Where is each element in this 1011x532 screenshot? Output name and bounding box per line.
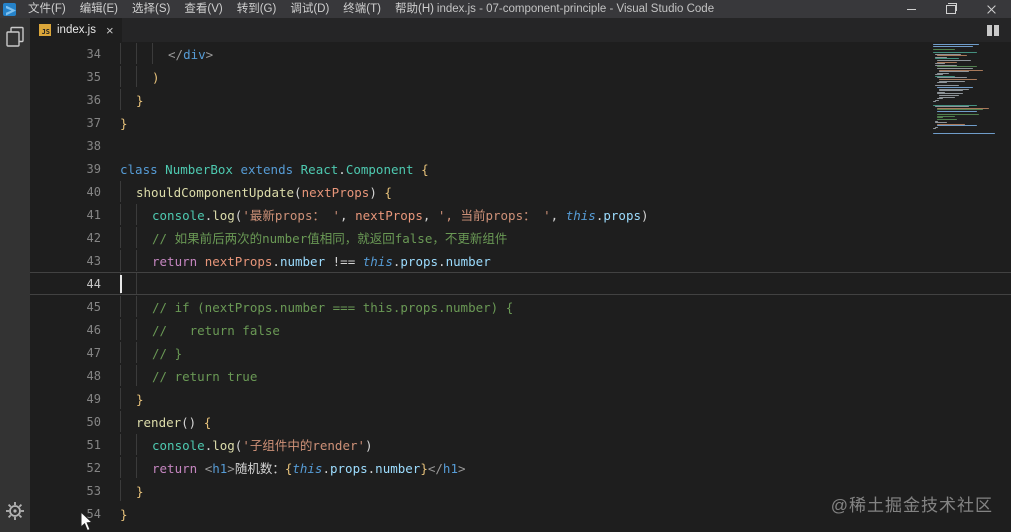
code-line[interactable]: 40 shouldComponentUpdate(nextProps) { <box>30 180 1011 203</box>
js-file-icon: JS <box>39 24 51 36</box>
line-number[interactable]: 46 <box>30 319 112 340</box>
code-line[interactable]: 41 console.log('最新props： ', nextProps, ',… <box>30 203 1011 226</box>
settings-gear-icon[interactable] <box>5 501 25 526</box>
vscode-window: 文件(F) 编辑(E) 选择(S) 查看(V) 转到(G) 调试(D) 终端(T) 帮助(H)… <box>0 0 1011 532</box>
code-line[interactable]: 48// return true <box>30 364 1011 387</box>
code-line[interactable]: 46// return false <box>30 318 1011 341</box>
restore-icon[interactable] <box>931 0 971 18</box>
line-number[interactable]: 42 <box>30 227 112 248</box>
code-line[interactable]: 39 class NumberBox extends React.Componen… <box>30 157 1011 180</box>
code-line-content: // return true <box>112 365 1011 386</box>
code-line-content: } <box>112 388 1011 409</box>
code-line-content: shouldComponentUpdate(nextProps) { <box>112 181 1011 202</box>
line-number[interactable]: 54 <box>30 503 112 524</box>
code-line-content <box>112 526 1011 532</box>
window-title: index.js - 07-component-principle - Visu… <box>436 3 715 15</box>
line-number[interactable]: 43 <box>30 250 112 271</box>
menu-item[interactable]: 文件(F) <box>21 0 73 18</box>
line-number[interactable]: 55 <box>30 526 112 532</box>
line-number[interactable]: 50 <box>30 411 112 432</box>
mouse-cursor <box>80 510 94 532</box>
line-number[interactable]: 47 <box>30 342 112 363</box>
code-line[interactable]: 38 <box>30 134 1011 157</box>
code-line-content: render() { <box>112 411 1011 432</box>
line-number[interactable]: 49 <box>30 388 112 409</box>
code-line[interactable]: 45// if (nextProps.number === this.props… <box>30 295 1011 318</box>
menu-item[interactable]: 查看(V) <box>177 0 229 18</box>
line-number[interactable]: 51 <box>30 434 112 455</box>
code-line-content: } <box>120 116 128 131</box>
watermark: @稀土掘金技术社区 <box>830 496 993 515</box>
code-line[interactable]: 36} <box>30 88 1011 111</box>
window-controls <box>891 0 1011 18</box>
tab-index-js[interactable]: JS index.js × <box>30 18 122 42</box>
line-number[interactable]: 39 <box>30 158 112 179</box>
line-number[interactable]: 48 <box>30 365 112 386</box>
code-line-content: return nextProps.number !== this.props.n… <box>112 250 1011 271</box>
code-editor[interactable]: 34 </div> 35) 36} 37} 38 39 class NumberBox ext… <box>30 42 1011 532</box>
menu-item[interactable]: 编辑(E) <box>73 0 125 18</box>
line-number[interactable]: 41 <box>30 204 112 225</box>
code-line[interactable]: 47// } <box>30 341 1011 364</box>
code-line[interactable]: 34 </div> <box>30 42 1011 65</box>
code-line-content: return <h1>随机数：{this.props.number}</h1> <box>112 457 1011 478</box>
code-line[interactable]: 51 console.log('子组件中的render') <box>30 433 1011 456</box>
minimize-icon[interactable] <box>891 0 931 18</box>
line-number[interactable]: 35 <box>30 66 112 87</box>
code-line-content: // 如果前后两次的number值相同，就返回false，不更新组件 <box>112 227 1011 248</box>
code-line[interactable]: 55 <box>30 525 1011 532</box>
code-line-content: } <box>112 89 1011 110</box>
menu-item[interactable]: 转到(G) <box>230 0 284 18</box>
code-line-content: // return false <box>112 319 1011 340</box>
code-line[interactable]: 42// 如果前后两次的number值相同，就返回false，不更新组件 <box>30 226 1011 249</box>
editor-lines: 34 </div> 35) 36} 37} 38 39 class NumberBox ext… <box>30 42 1011 532</box>
vscode-logo-icon <box>3 2 16 16</box>
code-line-content <box>112 135 1011 156</box>
code-line-content: console.log('子组件中的render') <box>112 434 1011 455</box>
code-line[interactable]: 37} <box>30 111 1011 134</box>
line-number[interactable]: 53 <box>30 480 112 501</box>
explorer-files-icon[interactable] <box>5 26 25 53</box>
minimap[interactable] <box>933 44 1005 135</box>
code-line[interactable]: 50 render() { <box>30 410 1011 433</box>
line-number[interactable]: 45 <box>30 296 112 317</box>
line-number[interactable]: 38 <box>30 135 112 156</box>
code-line-content: console.log('最新props： ', nextProps, ', 当… <box>112 204 1011 225</box>
close-icon[interactable] <box>971 0 1011 18</box>
code-line[interactable]: 52 return <h1>随机数：{this.props.number}</h1… <box>30 456 1011 479</box>
split-editor-icon[interactable] <box>987 24 999 36</box>
activity-bar <box>0 18 30 532</box>
line-number[interactable]: 34 <box>30 43 112 64</box>
code-line-content <box>112 273 1011 294</box>
code-line-content: class NumberBox extends React.Component … <box>120 162 429 177</box>
code-line[interactable]: 44 <box>30 272 1011 295</box>
line-number[interactable]: 44 <box>30 273 112 294</box>
tab-label: index.js <box>57 24 96 36</box>
code-line-content: // } <box>112 342 1011 363</box>
code-line[interactable]: 35) <box>30 65 1011 88</box>
text-cursor <box>120 275 122 293</box>
tab-close-icon[interactable]: × <box>106 24 114 37</box>
code-line-content: </div> <box>112 43 1011 64</box>
code-line[interactable]: 43 return nextProps.number !== this.props… <box>30 249 1011 272</box>
line-number[interactable]: 52 <box>30 457 112 478</box>
tab-bar: JS index.js × <box>30 18 1011 42</box>
line-number[interactable]: 36 <box>30 89 112 110</box>
code-line[interactable]: 49} <box>30 387 1011 410</box>
code-line-content: // if (nextProps.number === this.props.n… <box>112 296 1011 317</box>
line-number[interactable]: 40 <box>30 181 112 202</box>
title-bar: 文件(F) 编辑(E) 选择(S) 查看(V) 转到(G) 调试(D) 终端(T) 帮助(H)… <box>0 0 1011 18</box>
code-line-content: ) <box>112 66 1011 87</box>
line-number[interactable]: 37 <box>30 112 112 133</box>
menu-item[interactable]: 选择(S) <box>125 0 177 18</box>
